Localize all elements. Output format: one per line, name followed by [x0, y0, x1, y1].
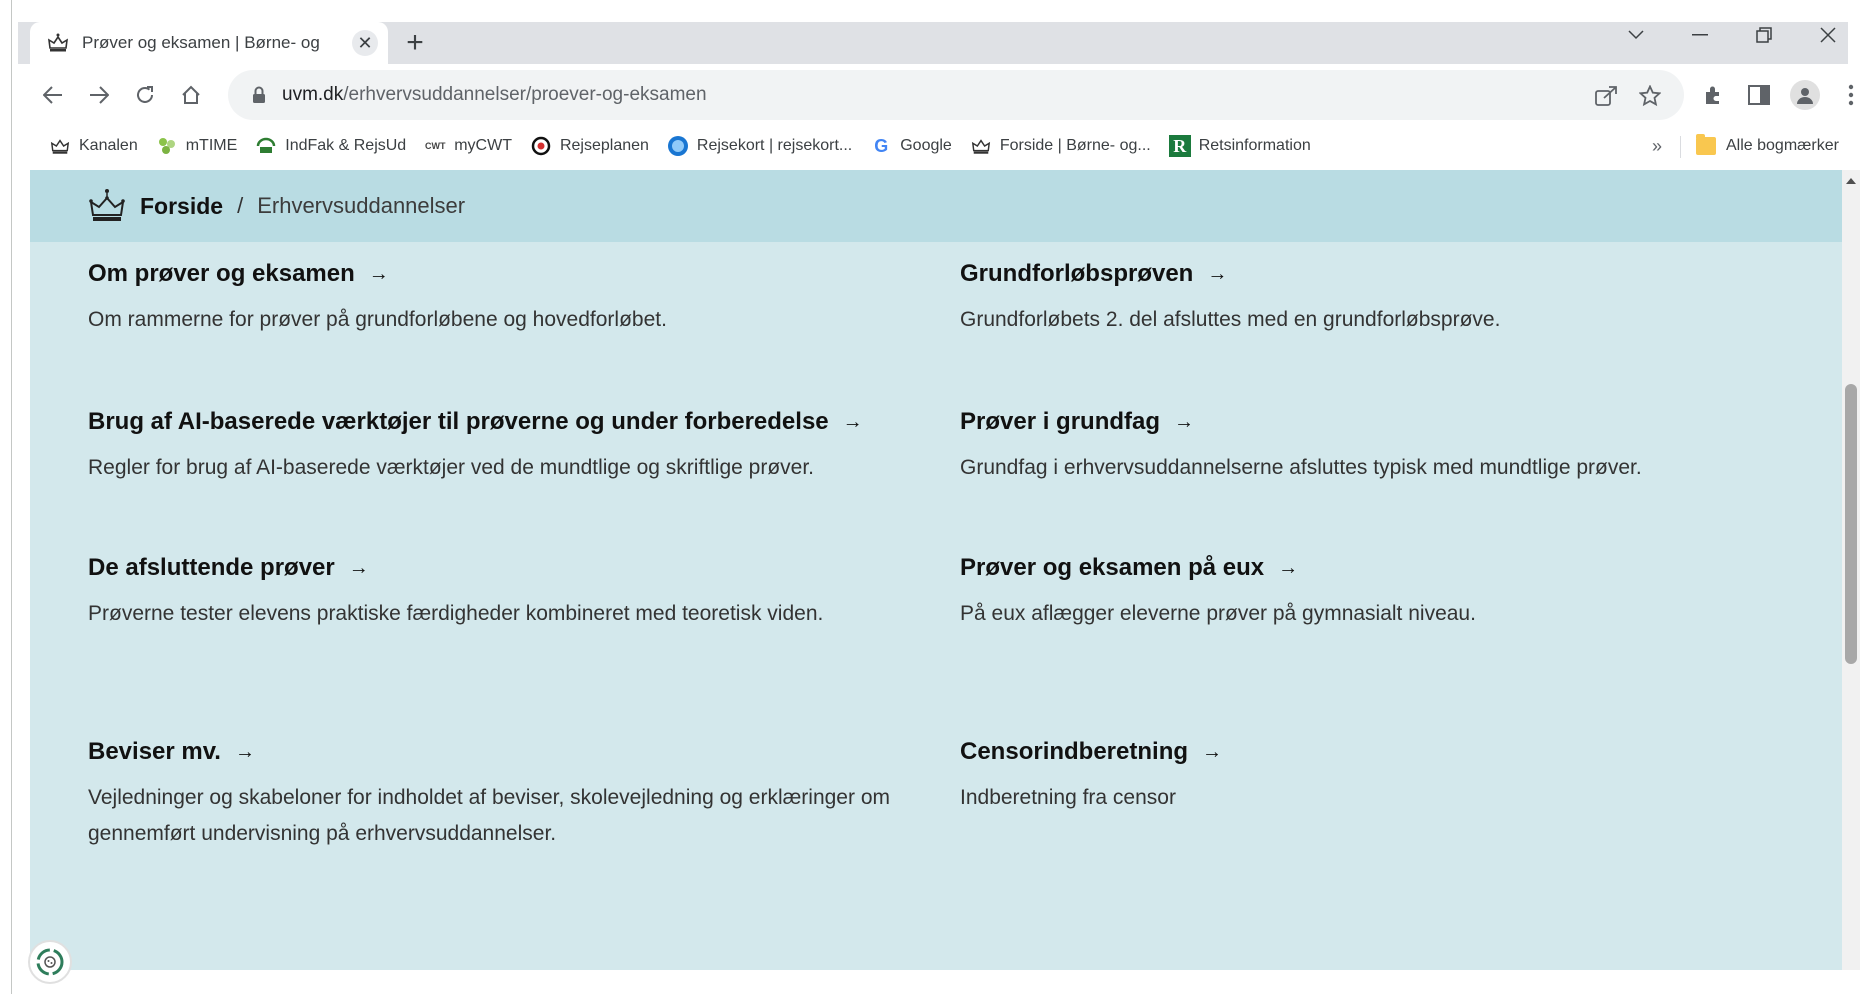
- cookie-icon: [36, 948, 64, 976]
- link-censorindberetning[interactable]: Censorindberetning →: [960, 734, 1800, 770]
- breadcrumb-home-link[interactable]: Forside: [140, 193, 223, 220]
- page-content: Forside / Erhvervsuddannelser Om prøver …: [30, 170, 1842, 970]
- scrollbar-thumb[interactable]: [1845, 384, 1857, 664]
- link-om-proever[interactable]: Om prøver og eksamen →: [88, 256, 928, 292]
- arrow-right-icon: →: [348, 556, 369, 579]
- extensions-icon[interactable]: [1694, 76, 1732, 114]
- arrow-right-icon: →: [1207, 262, 1228, 285]
- list-item: Grundforløbsprøven → Grundforløbets 2. de…: [960, 256, 1800, 338]
- item-description: På eux aflægger eleverne prøver på gymna…: [960, 602, 1476, 625]
- arrow-right-icon: →: [1174, 410, 1195, 433]
- item-description: Om rammerne for prøver på grundforløbene…: [88, 308, 667, 331]
- cwt-icon: CWT: [424, 141, 446, 151]
- bookmark-rejseplanen[interactable]: Rejseplanen: [521, 130, 658, 162]
- bookmark-forside[interactable]: Forside | Børne- og...: [961, 130, 1160, 162]
- scroll-up-arrow-icon[interactable]: [1846, 178, 1856, 184]
- browser-tab[interactable]: Prøver og eksamen | Børne- og ✕: [30, 22, 388, 64]
- arrow-right-icon: →: [1202, 740, 1223, 763]
- profile-button[interactable]: [1786, 76, 1824, 114]
- crown-logo-icon: [88, 188, 126, 224]
- restore-icon[interactable]: [1732, 18, 1796, 52]
- list-item: Om prøver og eksamen → Om rammerne for pr…: [88, 256, 928, 338]
- google-icon: G: [874, 135, 889, 156]
- rejseplanen-icon: [530, 135, 552, 157]
- home-icon[interactable]: [172, 76, 210, 114]
- indfak-icon: [255, 135, 277, 157]
- arrow-right-icon: →: [368, 262, 389, 285]
- back-icon[interactable]: [34, 76, 72, 114]
- lock-icon: [252, 86, 266, 104]
- bookmark-rejsekort[interactable]: Rejsekort | rejsekort...: [658, 130, 861, 162]
- list-item: Prøver i grundfag → Grundfag i erhvervsud…: [960, 404, 1800, 486]
- list-item: Censorindberetning → Indberetning fra cen…: [960, 734, 1800, 816]
- bookmark-retsinformation[interactable]: R Retsinformation: [1160, 130, 1320, 162]
- arrow-right-icon: →: [842, 410, 863, 433]
- tab-title: Prøver og eksamen | Børne- og: [82, 33, 320, 52]
- bookmark-mycwt[interactable]: CWT myCWT: [415, 130, 521, 162]
- bookmark-google[interactable]: G Google: [861, 130, 961, 162]
- cookie-settings-button[interactable]: [28, 940, 72, 984]
- breadcrumb-separator: /: [237, 193, 244, 218]
- crown-icon: [46, 31, 70, 55]
- item-description: Vejledninger og skabeloner for indholdet…: [88, 786, 890, 845]
- list-item: Beviser mv. → Vejledninger og skabeloner …: [88, 734, 928, 852]
- menu-icon[interactable]: [1832, 76, 1860, 114]
- item-description: Prøverne tester elevens praktiske færdig…: [88, 602, 824, 625]
- bookmark-star-icon[interactable]: [1634, 80, 1666, 112]
- link-beviser[interactable]: Beviser mv. →: [88, 734, 928, 770]
- vertical-scrollbar[interactable]: [1842, 170, 1860, 970]
- bookmarks-overflow-button[interactable]: »: [1652, 130, 1662, 162]
- item-description: Regler for brug af AI-baserede værktøjer…: [88, 456, 814, 479]
- folder-icon: [1696, 134, 1716, 155]
- bookmark-indfak[interactable]: IndFak & RejsUd: [246, 130, 415, 162]
- arrow-right-icon: →: [234, 740, 255, 763]
- link-grundforloebsproeven[interactable]: Grundforløbsprøven →: [960, 256, 1800, 292]
- tab-search-icon[interactable]: [1604, 18, 1668, 52]
- breadcrumb: Forside / Erhvervsuddannelser: [30, 170, 1842, 242]
- reload-icon[interactable]: [126, 76, 164, 114]
- minimize-icon[interactable]: [1668, 18, 1732, 52]
- address-bar[interactable]: uvm.dk/erhvervsuddannelser/proever-og-ek…: [228, 70, 1684, 120]
- url-text: uvm.dk/erhvervsuddannelser/proever-og-ek…: [282, 84, 707, 105]
- item-description: Grundfag i erhvervsuddannelserne afslutt…: [960, 456, 1642, 479]
- all-bookmarks-button[interactable]: Alle bogmærker: [1696, 130, 1839, 162]
- item-description: Indberetning fra censor: [960, 786, 1176, 809]
- arrow-right-icon: →: [1278, 556, 1299, 579]
- item-description: Grundforløbets 2. del afsluttes med en g…: [960, 308, 1501, 331]
- link-eux[interactable]: Prøver og eksamen på eux →: [960, 550, 1800, 586]
- list-item: Brug af AI-baserede værktøjer til prøver…: [88, 404, 928, 486]
- link-ai-vaerktoejer[interactable]: Brug af AI-baserede værktøjer til prøver…: [88, 404, 928, 440]
- side-panel-icon[interactable]: [1740, 76, 1778, 114]
- retsinformation-icon: R: [1168, 135, 1191, 157]
- share-icon[interactable]: [1590, 80, 1622, 112]
- avatar: [1790, 80, 1820, 110]
- crown-icon: [970, 135, 992, 157]
- close-window-icon[interactable]: [1796, 18, 1860, 52]
- list-item: De afsluttende prøver → Prøverne tester e…: [88, 550, 928, 632]
- new-tab-button[interactable]: +: [396, 24, 434, 62]
- browser-toolbar: uvm.dk/erhvervsuddannelser/proever-og-ek…: [12, 64, 1860, 126]
- tab-close-button[interactable]: ✕: [352, 30, 378, 56]
- list-item: Prøver og eksamen på eux → På eux aflægge…: [960, 550, 1800, 632]
- crown-icon: [49, 135, 71, 157]
- breadcrumb-current: Erhvervsuddannelser: [257, 193, 466, 218]
- mtime-icon: [156, 135, 178, 157]
- bookmarks-bar: Kanalen mTIME IndFak & RejsUd CWT myCWT …: [12, 126, 1860, 166]
- window-bottom: [12, 970, 1860, 994]
- bookmarks-divider: [1680, 136, 1681, 158]
- rejsekort-icon: [667, 135, 689, 157]
- forward-icon[interactable]: [80, 76, 118, 114]
- link-afsluttende-proever[interactable]: De afsluttende prøver →: [88, 550, 928, 586]
- bookmark-kanalen[interactable]: Kanalen: [40, 130, 147, 162]
- link-proever-i-grundfag[interactable]: Prøver i grundfag →: [960, 404, 1800, 440]
- window-controls: [1604, 18, 1860, 52]
- bookmark-mtime[interactable]: mTIME: [147, 130, 247, 162]
